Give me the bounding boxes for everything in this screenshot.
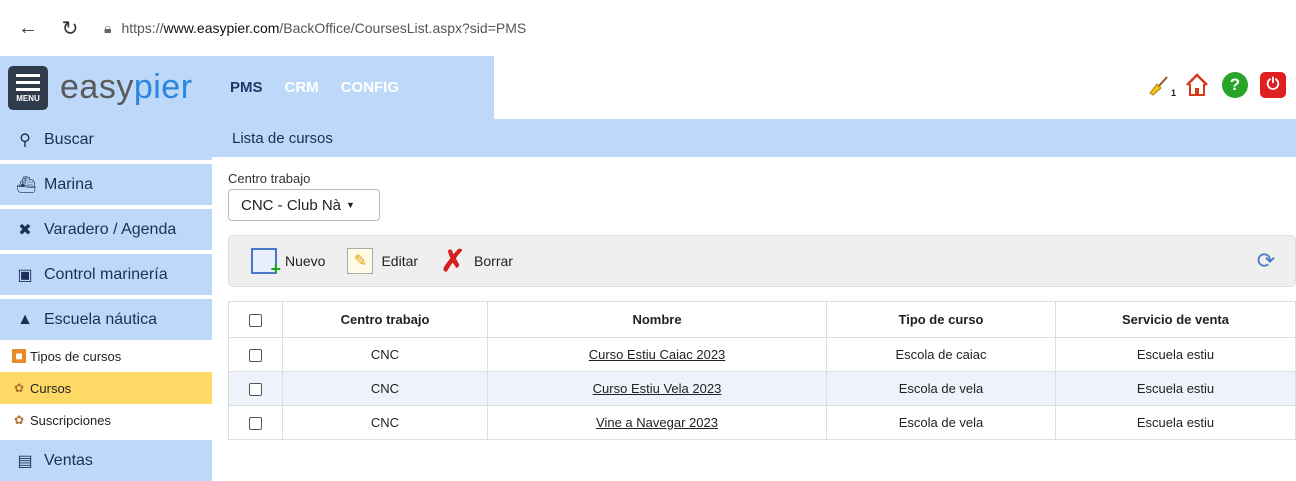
logo-area: MENU easypier xyxy=(0,56,212,119)
sidebar-item-marina[interactable]: ⛴ Marina xyxy=(0,164,212,205)
group-icon: ✿ xyxy=(13,413,25,427)
x-icon: ✗ xyxy=(440,244,466,278)
nav-pms[interactable]: PMS xyxy=(230,79,263,96)
column-header[interactable]: Tipo de curso xyxy=(826,301,1056,338)
app-header: MENU easypier PMS CRM CONFIG 1 ? ⏻ xyxy=(0,56,1296,119)
url-prefix: https:// xyxy=(121,20,164,36)
courses-table: Centro trabajo Nombre Tipo de curso Serv… xyxy=(228,301,1296,440)
toolbar: Nuevo ✎ Editar ✗ Borrar ⟳ xyxy=(228,235,1296,287)
browser-toolbar: ← ↻ 🔒︎ https://www.easypier.com/BackOffi… xyxy=(0,0,1296,56)
reload-icon[interactable]: ↻ xyxy=(56,14,84,42)
search-icon: ⚲ xyxy=(19,131,31,149)
notification-count: 1 xyxy=(1170,88,1176,98)
sidebar-item-buscar[interactable]: ⚲ Buscar xyxy=(0,119,212,160)
sidebar-item-escuela-nautica[interactable]: ▲ Escuela náutica xyxy=(0,299,212,340)
sidebar-subitem-cursos[interactable]: ✿ Cursos xyxy=(0,372,212,404)
edit-button[interactable]: ✎ Editar xyxy=(347,248,418,274)
pencil-icon: ✎ xyxy=(347,248,374,274)
cell-nombre: Curso Estiu Caiac 2023 xyxy=(487,337,827,372)
header-icons: 1 ? ⏻ xyxy=(1134,72,1286,98)
logo[interactable]: easypier xyxy=(60,68,193,107)
caret-down-icon: ▼ xyxy=(346,200,355,210)
book-icon: ■ xyxy=(12,349,26,363)
address-bar[interactable]: 🔒︎ https://www.easypier.com/BackOffice/C… xyxy=(104,11,1294,45)
column-header[interactable]: Centro trabajo xyxy=(282,301,488,338)
course-link[interactable]: Vine a Navegar 2023 xyxy=(596,415,718,430)
table-row[interactable]: CNC Vine a Navegar 2023 Escola de vela E… xyxy=(228,405,1296,440)
group-icon: ✿ xyxy=(13,381,25,395)
top-nav: PMS CRM CONFIG xyxy=(212,56,494,119)
url-host: www.easypier.com xyxy=(163,20,280,36)
cell-centro: CNC xyxy=(282,405,488,440)
nav-crm[interactable]: CRM xyxy=(285,79,319,96)
graduation-cap-icon: ▲ xyxy=(17,310,33,328)
select-all-checkbox[interactable] xyxy=(228,301,283,338)
url-path: /BackOffice/CoursesList.aspx?sid=PMS xyxy=(279,20,527,36)
centro-trabajo-select[interactable]: CNC - Club Nà ▼ xyxy=(228,189,380,221)
menu-label: MENU xyxy=(16,94,40,103)
cell-tipo: Escola de vela xyxy=(826,371,1056,406)
table-header-row: Centro trabajo Nombre Tipo de curso Serv… xyxy=(228,301,1296,338)
home-icon[interactable] xyxy=(1184,72,1210,98)
sidebar: ⚲ Buscar ⛴ Marina ✖ Varadero / Agenda ▣ Cont… xyxy=(0,119,212,481)
cell-nombre: Vine a Navegar 2023 xyxy=(487,405,827,440)
new-button[interactable]: Nuevo xyxy=(251,248,325,280)
clipboard-icon: ▣ xyxy=(17,266,33,284)
power-icon[interactable]: ⏻ xyxy=(1260,72,1286,98)
delete-button[interactable]: ✗ Borrar xyxy=(440,244,512,278)
cell-nombre: Curso Estiu Vela 2023 xyxy=(487,371,827,406)
row-checkbox[interactable] xyxy=(228,405,283,440)
centro-trabajo-label: Centro trabajo xyxy=(228,171,311,186)
cell-tipo: Escola de vela xyxy=(826,405,1056,440)
column-header[interactable]: Nombre xyxy=(487,301,827,338)
new-document-icon xyxy=(251,248,281,280)
ship-icon: ⛴ xyxy=(16,176,37,194)
cell-servicio: Escuela estiu xyxy=(1055,337,1296,372)
sidebar-item-ventas[interactable]: ▤ Ventas xyxy=(0,440,212,481)
nav-config[interactable]: CONFIG xyxy=(341,79,399,96)
sidebar-subitem-tipos-de-cursos[interactable]: ■ Tipos de cursos xyxy=(0,340,212,372)
page-title: Lista de cursos xyxy=(212,119,1296,157)
cell-servicio: Escuela estiu xyxy=(1055,371,1296,406)
main-content: Lista de cursos Centro trabajo CNC - Clu… xyxy=(212,119,1296,468)
menu-button[interactable]: MENU xyxy=(8,65,48,110)
cell-centro: CNC xyxy=(282,371,488,406)
column-header[interactable]: Servicio de venta xyxy=(1055,301,1296,338)
help-icon[interactable]: ? xyxy=(1222,72,1248,98)
sidebar-item-varadero[interactable]: ✖ Varadero / Agenda xyxy=(0,209,212,250)
cell-tipo: Escola de caiac xyxy=(826,337,1056,372)
lock-icon: 🔒︎ xyxy=(104,19,112,36)
table-row[interactable]: CNC Curso Estiu Vela 2023 Escola de vela… xyxy=(228,371,1296,406)
refresh-icon[interactable]: ⟳ xyxy=(1253,248,1279,274)
course-link[interactable]: Curso Estiu Vela 2023 xyxy=(593,381,722,396)
cell-centro: CNC xyxy=(282,337,488,372)
back-arrow-icon[interactable]: ← xyxy=(14,14,42,42)
row-checkbox[interactable] xyxy=(228,371,283,406)
tools-icon: ✖ xyxy=(18,221,32,239)
table-row[interactable]: CNC Curso Estiu Caiac 2023 Escola de cai… xyxy=(228,337,1296,372)
sidebar-item-control-marineria[interactable]: ▣ Control marinería xyxy=(0,254,212,295)
course-link[interactable]: Curso Estiu Caiac 2023 xyxy=(589,347,726,362)
cell-servicio: Escuela estiu xyxy=(1055,405,1296,440)
broom-icon[interactable]: 1 xyxy=(1146,72,1176,98)
sidebar-subitem-suscripciones[interactable]: ✿ Suscripciones xyxy=(0,404,212,436)
row-checkbox[interactable] xyxy=(228,337,283,372)
